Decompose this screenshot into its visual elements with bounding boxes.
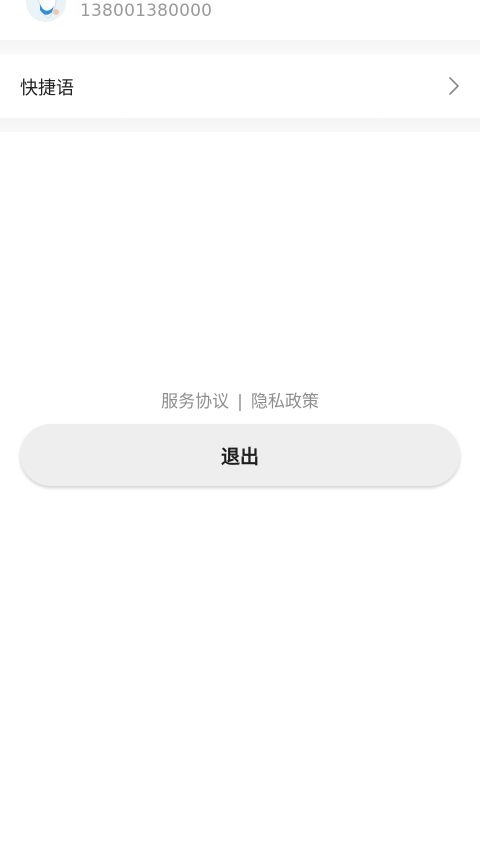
section-divider	[0, 40, 480, 54]
section-divider	[0, 118, 480, 132]
avatar[interactable]	[26, 0, 66, 22]
phone-number: 138001380000	[80, 1, 213, 21]
quick-phrases-label: 快捷语	[20, 78, 74, 99]
legal-links: 服务协议 | 隐私政策	[0, 387, 480, 412]
link-separator: |	[237, 392, 243, 412]
doctor-avatar-icon	[26, 0, 66, 22]
chevron-right-icon	[449, 77, 459, 95]
logout-button[interactable]: 退出	[20, 424, 460, 486]
quick-phrases-item[interactable]: 快捷语	[0, 54, 480, 118]
profile-header: 138001380000	[0, 0, 480, 40]
profile-page: 138001380000 快捷语 服务协议 | 隐私政策 退出	[0, 0, 480, 853]
service-agreement-link[interactable]: 服务协议	[161, 392, 229, 412]
privacy-policy-link[interactable]: 隐私政策	[251, 392, 319, 412]
